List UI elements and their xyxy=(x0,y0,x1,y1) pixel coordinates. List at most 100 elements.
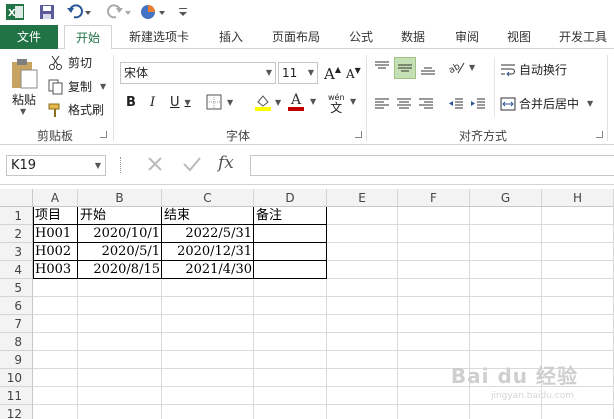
shrink-font-button[interactable]: A ▼ xyxy=(346,66,361,82)
cell-c2[interactable]: 2022/5/31 xyxy=(162,225,254,243)
tab-page-layout[interactable]: 页面布局 xyxy=(264,25,328,49)
font-size-dropdown-icon[interactable]: ▼ xyxy=(308,63,314,83)
tab-new-tab[interactable]: 新建选项卡 xyxy=(118,25,200,49)
row-header-11[interactable]: 11 xyxy=(0,387,33,405)
enter-check-icon[interactable] xyxy=(182,155,202,176)
font-size-combo[interactable]: 11 ▼ xyxy=(278,62,318,84)
touch-mode-icon[interactable] xyxy=(138,2,168,22)
row-header-7[interactable]: 7 xyxy=(0,315,33,333)
formula-input[interactable] xyxy=(250,155,614,176)
fill-color-dropdown-icon[interactable]: ▼ xyxy=(275,98,281,107)
worksheet-grid[interactable]: ABCDEFGH 1 2 3 4 5 6 7 8 9 10 11 12 项目 开始 结束 备注 H001 202… xyxy=(0,189,614,419)
cell-c3[interactable]: 2020/12/31 xyxy=(162,243,254,261)
row-header-4[interactable]: 4 xyxy=(0,261,33,279)
column-header-a[interactable]: A xyxy=(33,189,78,207)
cell-a1[interactable]: 项目 xyxy=(33,207,78,225)
column-header-f[interactable]: F xyxy=(398,189,470,207)
cancel-icon[interactable] xyxy=(146,155,164,176)
row-header-2[interactable]: 2 xyxy=(0,225,33,243)
font-color-dropdown-icon[interactable]: ▼ xyxy=(310,97,316,106)
bold-button[interactable]: B xyxy=(126,95,136,110)
cut-button[interactable]: 剪切 xyxy=(48,54,92,71)
wrap-text-button[interactable]: 自动换行 xyxy=(500,61,567,78)
column-header-h[interactable]: H xyxy=(542,189,614,207)
tab-developer[interactable]: 开发工具 xyxy=(552,25,614,49)
column-header-e[interactable]: E xyxy=(327,189,398,207)
phonetic-guide-button[interactable]: wén 文 xyxy=(328,93,345,115)
row-header-8[interactable]: 8 xyxy=(0,333,33,351)
formula-bar-splitter[interactable] xyxy=(120,157,123,173)
underline-button[interactable]: U ▼ xyxy=(170,95,191,110)
column-header-b[interactable]: B xyxy=(78,189,162,207)
tab-formulas[interactable]: 公式 xyxy=(340,25,382,49)
cell-b2[interactable]: 2020/10/1 xyxy=(78,225,162,243)
italic-button[interactable]: I xyxy=(150,95,155,110)
row-header-9[interactable]: 9 xyxy=(0,351,33,369)
row-header-10[interactable]: 10 xyxy=(0,369,33,387)
cell-b1[interactable]: 开始 xyxy=(78,207,162,225)
row-header-6[interactable]: 6 xyxy=(0,297,33,315)
grow-font-button[interactable]: A ▲ xyxy=(324,65,341,84)
merge-center-button[interactable]: 合并后居中 ▼ xyxy=(500,95,593,112)
clipboard-launcher-icon[interactable] xyxy=(100,131,107,138)
select-all-corner[interactable] xyxy=(0,189,33,207)
align-right-icon[interactable] xyxy=(418,95,436,113)
ribbon: 粘贴 ▼ 剪切 复制 ▼ 格式刷 剪贴板 宋体 ▼ 11 ▼ A▲ A▼ B xyxy=(0,49,614,145)
row-header-1[interactable]: 1 xyxy=(0,207,33,225)
cell-c4[interactable]: 2021/4/30 xyxy=(162,261,254,279)
fill-color-button[interactable]: ▼ xyxy=(254,93,281,111)
cell-b3[interactable]: 2020/5/1 xyxy=(78,243,162,261)
insert-function-icon[interactable]: fx xyxy=(218,153,234,173)
font-launcher-icon[interactable] xyxy=(355,131,362,138)
copy-dropdown-icon[interactable]: ▼ xyxy=(100,82,106,91)
paste-dropdown-icon[interactable]: ▼ xyxy=(20,107,26,116)
cell-a3[interactable]: H002 xyxy=(33,243,78,261)
copy-button[interactable]: 复制 ▼ xyxy=(48,78,106,95)
tab-home[interactable]: 开始 xyxy=(64,25,112,50)
save-icon[interactable] xyxy=(36,2,58,22)
tab-review[interactable]: 审阅 xyxy=(446,25,488,49)
merge-center-dropdown-icon[interactable]: ▼ xyxy=(587,99,593,108)
name-box[interactable]: K19 ▼ xyxy=(6,155,106,176)
orientation-button[interactable]: ab ▼ xyxy=(448,59,475,75)
tab-file[interactable]: 文件 xyxy=(0,25,58,49)
underline-dropdown-icon[interactable]: ▼ xyxy=(185,98,191,107)
paste-button[interactable]: 粘贴 xyxy=(12,91,36,108)
column-header-d[interactable]: D xyxy=(254,189,327,207)
borders-dropdown-icon[interactable]: ▼ xyxy=(227,98,233,107)
tab-view[interactable]: 视图 xyxy=(498,25,540,49)
align-middle-icon[interactable] xyxy=(394,57,416,79)
cell-a2[interactable]: H001 xyxy=(33,225,78,243)
column-header-c[interactable]: C xyxy=(162,189,254,207)
format-painter-button[interactable]: 格式刷 xyxy=(48,101,104,118)
orientation-dropdown-icon[interactable]: ▼ xyxy=(469,63,475,72)
cell-c1[interactable]: 结束 xyxy=(162,207,254,225)
font-name-dropdown-icon[interactable]: ▼ xyxy=(266,63,272,83)
phonetic-dropdown-icon[interactable]: ▼ xyxy=(350,97,356,106)
increase-indent-icon[interactable] xyxy=(470,95,488,113)
cell-d1[interactable]: 备注 xyxy=(254,207,327,225)
align-bottom-icon[interactable] xyxy=(420,59,438,77)
paste-icon[interactable] xyxy=(6,57,42,91)
row-header-12[interactable]: 12 xyxy=(0,405,33,419)
customize-qat-icon[interactable] xyxy=(176,2,190,22)
font-name-combo[interactable]: 宋体 ▼ xyxy=(120,62,276,84)
tab-insert[interactable]: 插入 xyxy=(210,25,252,49)
name-box-dropdown-icon[interactable]: ▼ xyxy=(95,156,101,175)
cell-b4[interactable]: 2020/8/15 xyxy=(78,261,162,279)
undo-icon[interactable] xyxy=(64,2,94,22)
decrease-indent-icon[interactable] xyxy=(448,95,466,113)
borders-button[interactable]: ▼ xyxy=(206,94,233,110)
cut-label: 剪切 xyxy=(68,56,93,70)
align-left-icon[interactable] xyxy=(374,95,392,113)
alignment-launcher-icon[interactable] xyxy=(596,131,603,138)
redo-icon[interactable] xyxy=(104,2,134,22)
row-header-5[interactable]: 5 xyxy=(0,279,33,297)
font-color-button[interactable]: A xyxy=(288,93,304,111)
row-header-3[interactable]: 3 xyxy=(0,243,33,261)
column-header-g[interactable]: G xyxy=(470,189,542,207)
tab-data[interactable]: 数据 xyxy=(392,25,434,49)
align-top-icon[interactable] xyxy=(374,59,392,77)
align-center-icon[interactable] xyxy=(396,95,414,113)
cell-a4[interactable]: H003 xyxy=(33,261,78,279)
